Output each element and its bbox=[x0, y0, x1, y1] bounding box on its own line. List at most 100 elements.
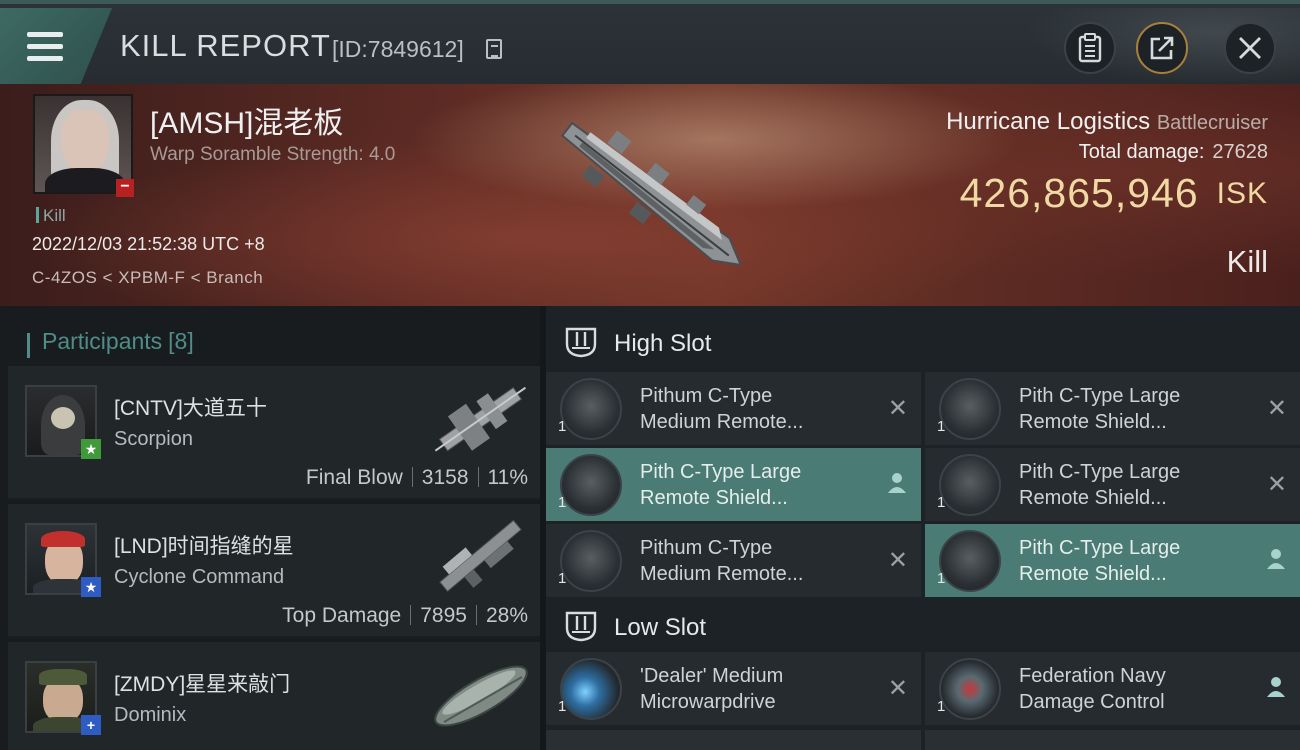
participant-ship-image bbox=[439, 519, 522, 592]
victim-ship-image bbox=[560, 121, 743, 267]
participant-ship: Scorpion bbox=[114, 428, 193, 450]
hostile-badge: − bbox=[116, 179, 134, 197]
participant-stats: Final Blow 3158 11% bbox=[306, 466, 528, 490]
kill-location[interactable]: C-4ZOS < XPBM-F < Branch bbox=[32, 268, 263, 288]
hamburger-icon bbox=[27, 32, 63, 62]
star-icon: ★ bbox=[81, 439, 101, 459]
damage-control-icon bbox=[939, 658, 1001, 720]
destroyed-icon: ✕ bbox=[887, 395, 908, 422]
fitting-panel: High Slot 1 Pithum C-Type Medium Remote..… bbox=[546, 306, 1300, 750]
module-item[interactable]: 1 Pith C-Type Large Remote Shield... ✕ bbox=[925, 372, 1300, 445]
participant-ship-image bbox=[434, 386, 527, 452]
participant-card[interactable]: ★ [CNTV]大道五十 Scorpion Final Blow 3158 11% bbox=[8, 366, 540, 500]
destroyed-icon: ✕ bbox=[1266, 471, 1287, 498]
participants-panel: Participants [8] ★ [CNTV]大道五十 Scorpion Fi… bbox=[0, 306, 540, 750]
high-slot-icon bbox=[565, 327, 597, 358]
clipboard-button[interactable] bbox=[1064, 22, 1116, 74]
module-qty: 1 bbox=[558, 698, 567, 715]
dropped-person-icon bbox=[1267, 677, 1285, 697]
participant-name: [LND]时间指缝的星 bbox=[114, 535, 294, 558]
destroyed-icon: ✕ bbox=[887, 675, 908, 702]
participant-name: [ZMDY]星星来敲门 bbox=[114, 673, 291, 696]
copy-icon[interactable] bbox=[486, 39, 502, 59]
close-icon bbox=[1239, 37, 1261, 59]
module-qty: 1 bbox=[937, 698, 946, 715]
dropped-person-icon bbox=[888, 473, 906, 493]
total-damage: Total damage: 27628 bbox=[1079, 141, 1268, 164]
module-item[interactable]: 1 Federation Navy Damage Control bbox=[925, 652, 1300, 725]
module-qty: 1 bbox=[937, 418, 946, 435]
share-icon bbox=[1150, 36, 1174, 60]
module-qty: 1 bbox=[558, 494, 567, 511]
close-button[interactable] bbox=[1224, 22, 1276, 74]
kill-id: [ID:7849612] bbox=[332, 36, 464, 62]
module-name: Pith C-Type Large Remote Shield... bbox=[1019, 461, 1181, 509]
participant-damage: 7895 bbox=[420, 604, 467, 627]
module-name: 'Dealer' Medium Microwarpdrive bbox=[640, 665, 784, 713]
participant-card[interactable]: + [ZMDY]星星来敲门 Dominix bbox=[8, 642, 540, 750]
menu-button[interactable] bbox=[0, 8, 112, 84]
participant-percent: 11% bbox=[487, 466, 528, 489]
participant-ship-image bbox=[434, 665, 528, 727]
participant-role: Top Damage bbox=[282, 604, 402, 627]
high-slot-header: High Slot bbox=[546, 310, 1300, 372]
module-name: Pith C-Type Large Remote Shield... bbox=[1019, 385, 1181, 433]
plus-icon: + bbox=[81, 715, 101, 735]
shield-module-icon bbox=[560, 378, 622, 440]
microwarpdrive-icon bbox=[560, 658, 622, 720]
shield-module-icon bbox=[560, 454, 622, 516]
module-name: Pith C-Type Large Remote Shield... bbox=[1019, 537, 1181, 585]
participant-role: Final Blow bbox=[305, 466, 403, 489]
participant-percent: 28% bbox=[485, 604, 528, 627]
victim-banner: − [AMSH]混老板 Warp Soramble Strength: 4.0 … bbox=[0, 84, 1300, 306]
low-slot-header: Low Slot bbox=[546, 594, 1300, 656]
result-label: Kill bbox=[1226, 244, 1268, 279]
module-name: Pithum C-Type Medium Remote... bbox=[640, 537, 804, 585]
total-damage-label: Total damage: bbox=[1078, 141, 1205, 163]
module-name: Pith C-Type Large Remote Shield... bbox=[640, 461, 802, 509]
module-qty: 1 bbox=[558, 418, 567, 435]
module-qty: 1 bbox=[558, 570, 567, 587]
clipboard-icon bbox=[1078, 33, 1102, 63]
module-item[interactable] bbox=[925, 730, 1300, 750]
victim-name[interactable]: [AMSH]混老板 bbox=[150, 98, 343, 142]
participant-damage: 3158 bbox=[421, 466, 469, 489]
participants-header: Participants [8] bbox=[0, 318, 540, 368]
isk-unit: ISK bbox=[1216, 177, 1268, 210]
shield-module-icon bbox=[939, 378, 1001, 440]
participants-count: [8] bbox=[168, 328, 194, 354]
victim-ship[interactable]: Hurricane Logistics Battlecruiser bbox=[946, 108, 1268, 136]
module-item[interactable]: 1 Pithum C-Type Medium Remote... ✕ bbox=[546, 372, 921, 445]
module-item[interactable]: 1 Pith C-Type Large Remote Shield... ✕ bbox=[925, 448, 1300, 521]
isk-value: 426,865,946 ISK bbox=[960, 170, 1268, 217]
participant-stats: Top Damage 7895 28% bbox=[282, 604, 528, 628]
victim-ship-class: Battlecruiser bbox=[1156, 112, 1268, 134]
participant-ship: Dominix bbox=[114, 704, 187, 726]
participant-card[interactable]: ★ [LND]时间指缝的星 Cyclone Command Top Damage… bbox=[8, 504, 540, 638]
module-qty: 1 bbox=[937, 494, 946, 511]
module-item[interactable]: 1 Pithum C-Type Medium Remote... ✕ bbox=[546, 524, 921, 597]
low-slot-label: Low Slot bbox=[614, 614, 707, 641]
victim-ship-name: Hurricane Logistics bbox=[946, 108, 1151, 135]
module-item[interactable]: 1 Pith C-Type Large Remote Shield... bbox=[925, 524, 1300, 597]
participant-ship: Cyclone Command bbox=[114, 566, 285, 588]
participant-name: [CNTV]大道五十 bbox=[114, 397, 267, 420]
shield-module-icon bbox=[560, 530, 622, 592]
module-name: Pithum C-Type Medium Remote... bbox=[640, 385, 804, 433]
shield-module-icon bbox=[939, 530, 1001, 592]
destroyed-icon: ✕ bbox=[1266, 395, 1287, 422]
title-bar: KILL REPORT [ID:7849612] bbox=[0, 0, 1300, 88]
share-button[interactable] bbox=[1136, 22, 1188, 74]
kill-tag: Kill bbox=[36, 206, 66, 226]
participants-label: Participants bbox=[42, 328, 163, 354]
high-slot-label: High Slot bbox=[614, 330, 712, 357]
destroyed-icon: ✕ bbox=[887, 547, 908, 574]
isk-amount: 426,865,946 bbox=[959, 170, 1199, 216]
module-item[interactable]: 1 'Dealer' Medium Microwarpdrive ✕ bbox=[546, 652, 921, 725]
shield-module-icon bbox=[939, 454, 1001, 516]
star-icon: ★ bbox=[81, 577, 101, 597]
module-item[interactable] bbox=[546, 730, 921, 750]
module-item[interactable]: 1 Pith C-Type Large Remote Shield... bbox=[546, 448, 921, 521]
page-title: KILL REPORT bbox=[120, 28, 331, 63]
dropped-person-icon bbox=[1267, 549, 1285, 569]
